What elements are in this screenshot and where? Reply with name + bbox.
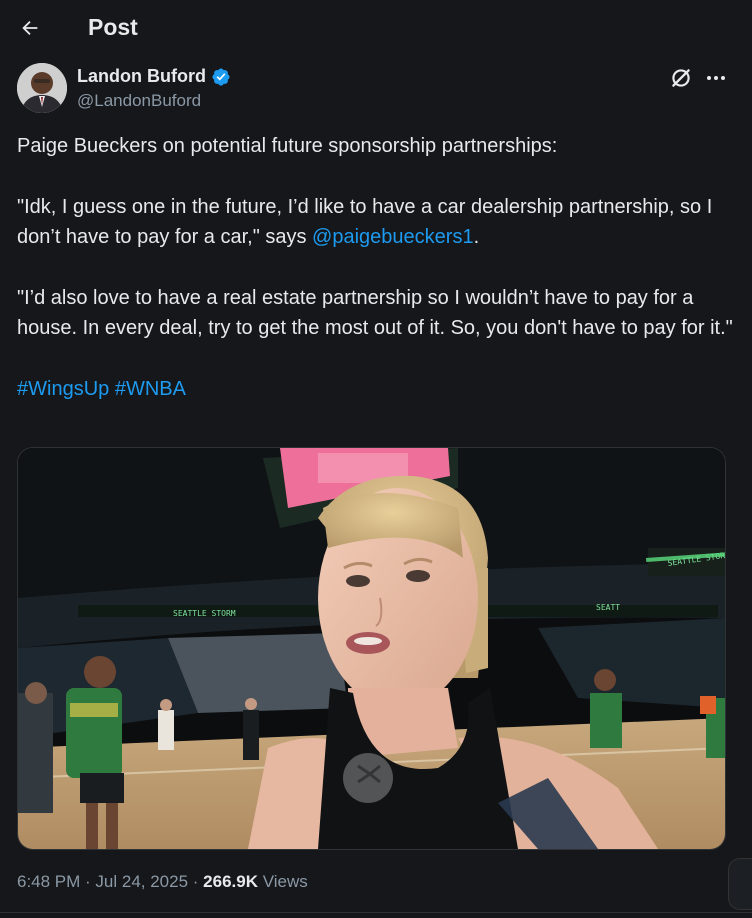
author-block: Landon Buford @LandonBuford [17,63,735,117]
divider [0,912,752,913]
tweet-text: Paige Bueckers on potential future spons… [17,131,735,404]
arena-sign: SEATT [596,603,620,612]
page-title: Post [88,14,138,40]
name-row: Landon Buford [77,66,231,87]
grok-icon [672,69,690,87]
post-time[interactable]: 6:48 PM [17,872,80,891]
arena-sign: SEATTLE STORM [173,609,236,618]
author-name[interactable]: Landon Buford [77,66,206,87]
video-media[interactable]: SEATTLE STORM SEATTLE STORM SEATT [17,447,726,850]
avatar-photo [17,63,67,113]
hashtag-row: #WingsUp #WNBA [17,374,735,405]
separator: · [188,872,204,891]
mention-link[interactable]: @paigebueckers1 [312,226,474,248]
video-frame: SEATTLE STORM SEATTLE STORM SEATT [18,448,725,849]
post-date[interactable]: Jul 24, 2025 [95,872,188,891]
separator: · [80,872,96,891]
tweet-meta: 6:48 PM · Jul 24, 2025 · 266.9K Views [17,872,308,892]
verified-badge-icon[interactable] [211,67,231,87]
more-horizontal-icon [707,76,725,80]
hashtag-link[interactable]: #WingsUp [17,378,109,400]
avatar[interactable] [17,63,67,113]
grok-button[interactable] [668,65,694,91]
author-handle[interactable]: @LandonBuford [77,91,201,111]
tweet-line-intro: Paige Bueckers on potential future spons… [17,135,558,157]
hashtag-link[interactable]: #WNBA [115,378,186,400]
post-header: Post [0,0,752,56]
more-button[interactable] [703,67,729,89]
views-label: Views [258,872,308,891]
views-count: 266.9K [203,872,258,891]
tweet-quote-2: "I’d also love to have a real estate par… [17,286,733,340]
back-button[interactable] [18,16,42,40]
floating-button[interactable] [728,858,752,910]
arrow-left-icon [22,20,38,36]
tweet-quote-1: "Idk, I guess one in the future, I’d lik… [17,192,735,253]
quote1-end: . [473,226,480,248]
